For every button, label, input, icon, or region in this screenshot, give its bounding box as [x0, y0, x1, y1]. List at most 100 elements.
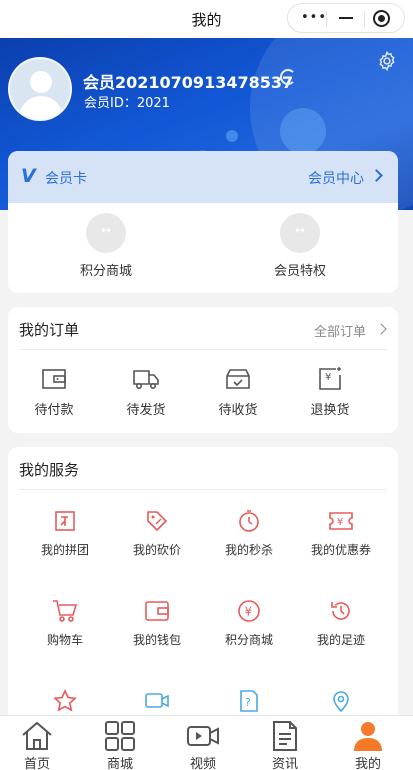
chevron-right-icon — [375, 323, 387, 335]
decor-circle — [280, 108, 326, 154]
member-center-link[interactable]: 会员中心 — [308, 168, 364, 188]
avatar-body — [19, 96, 63, 119]
service-label: 我的拼团 — [40, 543, 89, 557]
exchange-icon — [86, 213, 126, 253]
help-doc-icon: ? — [240, 690, 258, 712]
divider — [19, 349, 387, 350]
truck-icon — [133, 370, 159, 389]
location-icon — [333, 691, 349, 713]
vip-v-icon: V — [21, 165, 36, 187]
tab-news[interactable]: 资讯 — [250, 720, 320, 770]
tab-home[interactable]: 首页 — [2, 720, 72, 770]
member-privilege-entry[interactable]: 会员特权 — [240, 213, 360, 279]
service-wallet[interactable]: 我的钱包 — [111, 599, 203, 648]
capsule-divider — [364, 11, 365, 27]
wallet-icon — [42, 369, 66, 389]
service-history[interactable]: 我的足迹 — [295, 599, 387, 648]
member-card-header: V 会员卡 会员中心 — [8, 151, 398, 203]
all-orders-link[interactable]: 全部订单 — [314, 321, 366, 340]
tab-label: 我的 — [354, 757, 381, 770]
service-favorites[interactable] — [19, 689, 111, 713]
avatar-head — [30, 71, 52, 93]
tab-label: 商城 — [106, 757, 133, 770]
service-label: 积分商城 — [224, 633, 273, 647]
order-label: 待付款 — [34, 403, 74, 418]
user-icon — [354, 722, 382, 751]
refresh-icon[interactable] — [280, 69, 296, 85]
order-returns[interactable]: ¥ 退换货 — [284, 367, 376, 418]
order-label: 退换货 — [310, 403, 350, 418]
member-id: 会员ID：2021 — [84, 96, 170, 111]
chevron-right-icon — [370, 169, 383, 182]
tab-mine[interactable]: 我的 — [333, 720, 403, 770]
member-card: V 会员卡 会员中心 积分商城 会员特权 — [8, 151, 398, 293]
stopwatch-icon — [239, 510, 259, 532]
points-mall-entry[interactable]: 积分商城 — [46, 213, 166, 279]
tab-label: 资讯 — [271, 757, 298, 770]
document-icon — [273, 721, 297, 751]
service-help[interactable]: ? — [203, 689, 295, 713]
decor-circle — [226, 130, 238, 142]
service-label: 我的优惠券 — [310, 543, 371, 557]
service-address[interactable] — [295, 689, 387, 713]
tab-video[interactable]: 视频 — [168, 720, 238, 770]
history-icon — [331, 602, 350, 620]
video-chat-icon — [145, 693, 169, 708]
member-name: 会员2021070913478537 — [83, 73, 294, 92]
service-flash-sale[interactable]: 我的秒杀 — [203, 509, 295, 558]
service-label: 我的秒杀 — [224, 543, 273, 557]
service-cart[interactable]: 购物车 — [19, 599, 111, 648]
more-menu-icon[interactable]: ••• — [301, 10, 327, 25]
avatar[interactable] — [8, 57, 72, 121]
service-points-mall[interactable]: ¥ 积分商城 — [203, 599, 295, 648]
wallet-icon — [145, 601, 169, 621]
exchange-icon — [280, 213, 320, 253]
tab-label: 视频 — [189, 757, 216, 770]
service-group-buy[interactable]: 我的拼团 — [19, 509, 111, 558]
service-bargain[interactable]: 我的砍价 — [111, 509, 203, 558]
bottom-tab-bar: 首页 商城 视频 资讯 我的 — [0, 715, 413, 770]
capsule-divider — [326, 11, 327, 27]
home-icon — [22, 721, 52, 750]
gear-icon[interactable] — [376, 50, 398, 72]
services-section: 我的服务 我的拼团 我的砍价 我的秒杀 ¥ 我的优惠券 购物车 我的钱包 ¥ 积… — [8, 447, 398, 722]
tab-label: 首页 — [23, 757, 50, 770]
member-card-title: 会员卡 — [45, 171, 87, 187]
order-label: 待收货 — [218, 403, 258, 418]
services-title: 我的服务 — [19, 461, 80, 479]
service-video-chat[interactable] — [111, 689, 203, 713]
service-label: 我的足迹 — [316, 633, 365, 647]
service-label: 我的砍价 — [132, 543, 181, 557]
return-yen-icon: ¥ — [319, 367, 341, 390]
orders-section: 我的订单 全部订单 待付款 待发货 待收货 ¥ 退换货 — [8, 307, 398, 433]
yen-circle-icon: ¥ — [238, 600, 260, 622]
tab-mall[interactable]: 商城 — [85, 720, 155, 770]
star-icon — [53, 689, 77, 712]
nav-bar: 我的 ••• — [0, 0, 413, 38]
video-icon — [187, 726, 219, 746]
order-pending-payment[interactable]: 待付款 — [8, 367, 100, 418]
divider — [19, 489, 387, 490]
svg-text:?: ? — [245, 696, 251, 709]
order-label: 待发货 — [126, 403, 166, 418]
group-buy-icon — [55, 511, 75, 531]
order-pending-receipt[interactable]: 待收货 — [192, 367, 284, 418]
grid-icon — [105, 721, 135, 751]
svg-text:¥: ¥ — [325, 372, 331, 383]
svg-text:¥: ¥ — [337, 517, 343, 528]
member-privilege-label: 会员特权 — [273, 264, 326, 279]
minimize-icon[interactable] — [339, 17, 353, 19]
svg-text:¥: ¥ — [245, 605, 253, 619]
price-tag-icon — [147, 511, 168, 532]
order-pending-shipment[interactable]: 待发货 — [100, 367, 192, 418]
coupon-icon: ¥ — [329, 512, 353, 530]
box-check-icon — [226, 369, 250, 389]
mini-program-capsule: ••• — [287, 3, 405, 33]
close-target-icon[interactable] — [373, 10, 390, 27]
cart-icon — [53, 600, 78, 622]
service-label: 我的钱包 — [132, 633, 181, 647]
points-mall-label: 积分商城 — [79, 264, 132, 279]
service-label: 购物车 — [46, 633, 83, 647]
orders-title: 我的订单 — [19, 321, 80, 339]
service-coupons[interactable]: ¥ 我的优惠券 — [295, 509, 387, 558]
